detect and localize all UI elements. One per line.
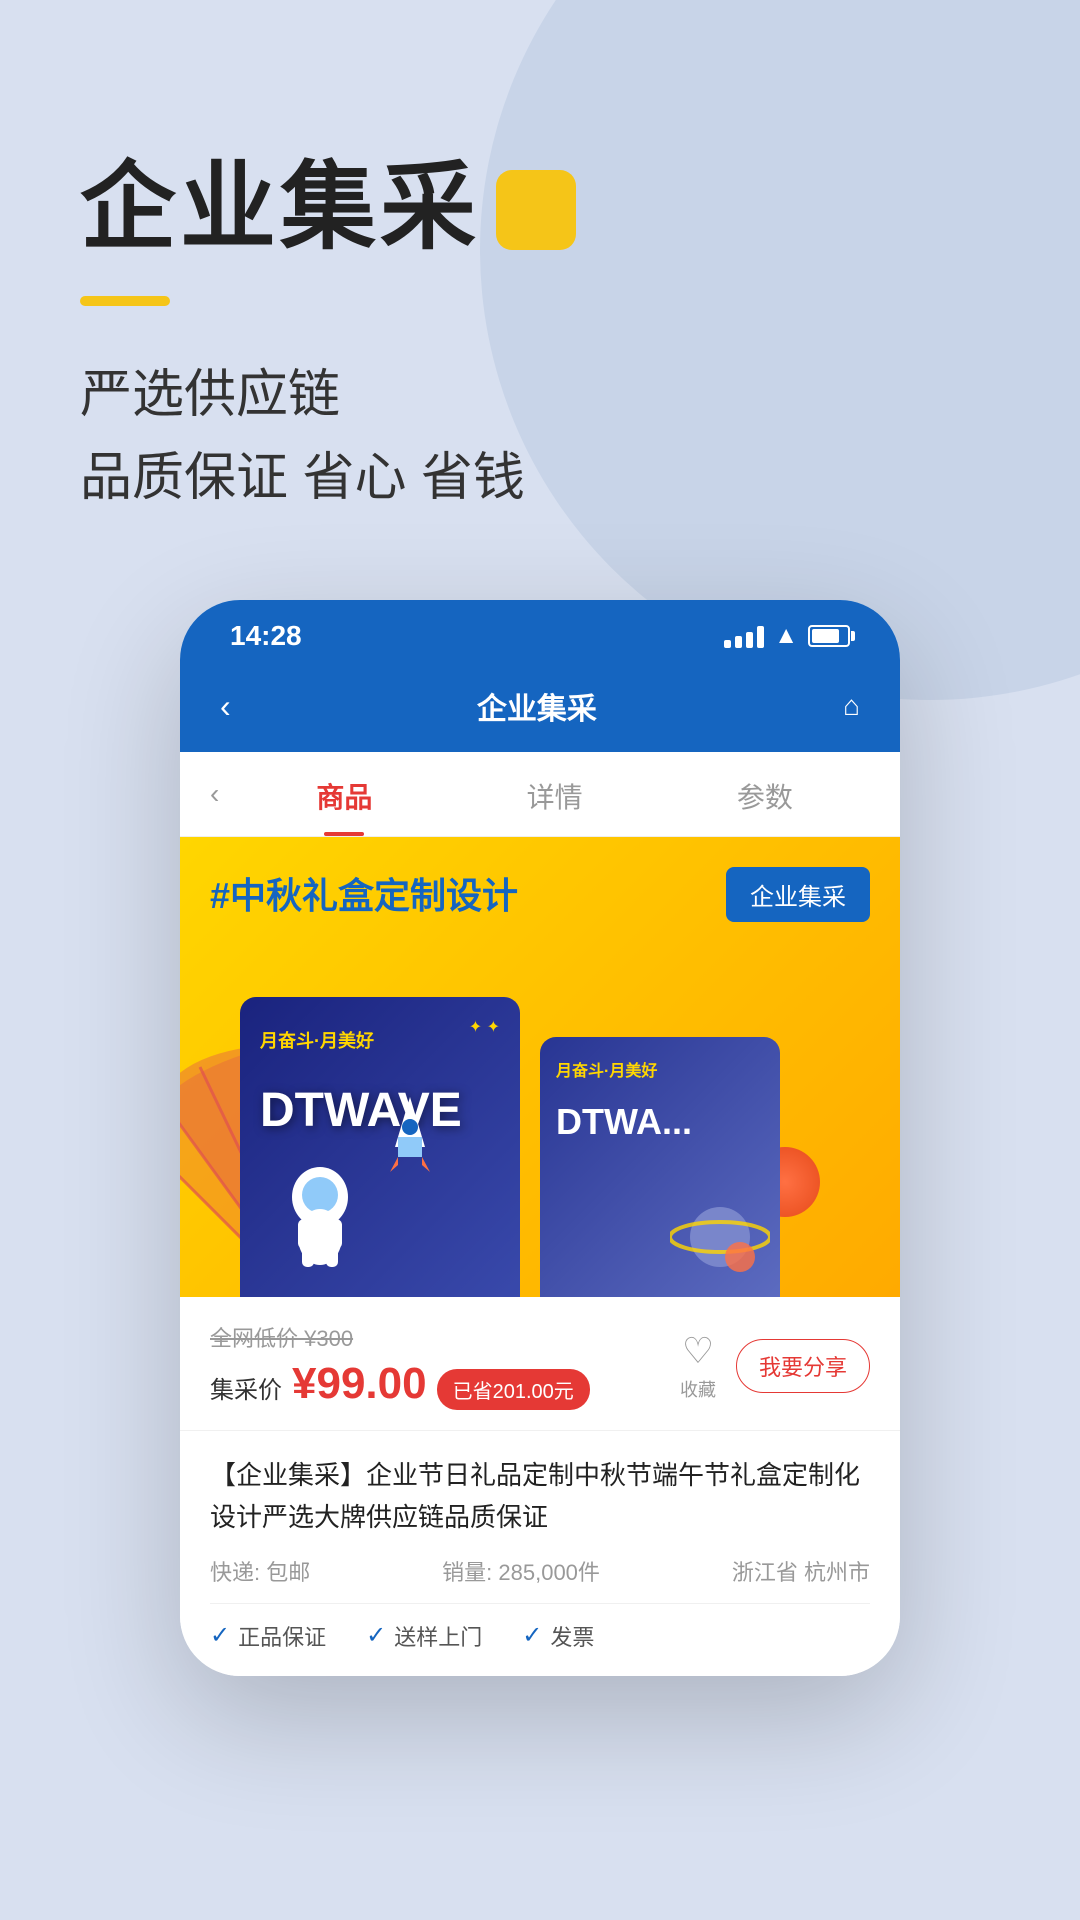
tab-product[interactable]: 商品 (239, 752, 449, 836)
guarantee-item-invoice: ✓ 发票 (522, 1620, 594, 1652)
product-box-text-right: DTWA... (540, 1101, 780, 1143)
wifi-icon: ▲ (774, 622, 798, 650)
heart-icon: ♡ (682, 1330, 714, 1372)
nav-title: 企业集采 (477, 684, 597, 728)
box-subtitle-right: 月奋斗·月美好 (540, 1037, 780, 1101)
guarantees: ✓ 正品保证 ✓ 送样上门 ✓ 发票 (210, 1603, 870, 1652)
hero-subtitle: 严选供应链 品质保证 省心 省钱 (80, 354, 1000, 520)
enterprise-badge: 企业集采 (726, 867, 870, 922)
status-bar: 14:28 ▲ (180, 600, 900, 668)
box-subtitle-left: 月奋斗·月美好 (240, 997, 520, 1083)
stars-decoration: ✦ ✦ (469, 1017, 500, 1037)
sales-info: 销量: 285,000件 (442, 1555, 600, 1587)
product-description: 【企业集采】企业节日礼品定制中秋节端午节礼盒定制化设计严选大牌供应链品质保证 快… (180, 1431, 900, 1675)
astronaut-icon (270, 1157, 370, 1277)
saved-badge: 已省201.00元 (437, 1369, 590, 1410)
check-icon-1: ✓ (210, 1621, 230, 1650)
share-button[interactable]: 我要分享 (736, 1339, 870, 1393)
product-image-area: 企业集采 #中秋礼盒定制设计 (180, 837, 900, 1297)
rocket-icon (380, 1097, 440, 1177)
nav-back-icon[interactable]: ‹ (220, 688, 231, 725)
yellow-line-decoration (80, 296, 170, 306)
hero-section: 企业集采 严选供应链 品质保证 省心 省钱 (0, 0, 1080, 520)
tab-back-icon[interactable]: ‹ (210, 758, 239, 830)
guarantee-item-sample: ✓ 送样上门 (366, 1620, 482, 1652)
location-info: 浙江省 杭州市 (732, 1555, 870, 1587)
favorite-button[interactable]: ♡ 收藏 (680, 1330, 716, 1402)
product-meta: 快递: 包邮 销量: 285,000件 浙江省 杭州市 (210, 1555, 870, 1587)
nav-home-icon[interactable]: ⌂ (843, 690, 860, 722)
guarantee-label-1: 正品保证 (238, 1620, 326, 1652)
shipping-info: 快递: 包邮 (210, 1555, 310, 1587)
check-icon-2: ✓ (366, 1621, 386, 1650)
group-price: ¥99.00 (292, 1359, 427, 1409)
price-section: 全网低价 ¥300 集采价 ¥99.00 已省201.00元 ♡ 收藏 我要分享 (180, 1297, 900, 1431)
hero-title: 企业集采 (80, 160, 480, 256)
guarantee-item-authentic: ✓ 正品保证 (210, 1620, 326, 1652)
guarantee-label-2: 送样上门 (394, 1620, 482, 1652)
status-time: 14:28 (230, 620, 302, 652)
product-name: 【企业集采】企业节日礼品定制中秋节端午节礼盒定制化设计严选大牌供应链品质保证 (210, 1455, 870, 1538)
phone-section: 14:28 ▲ ‹ 企业集采 ⌂ ‹ (0, 600, 1080, 1735)
signal-icon (724, 624, 764, 648)
subtitle-line1: 严选供应链 (80, 354, 1000, 437)
guarantee-label-3: 发票 (550, 1620, 594, 1652)
tab-params[interactable]: 参数 (660, 752, 870, 836)
group-price-label: 集采价 (210, 1370, 282, 1405)
original-price: 全网低价 ¥300 (210, 1321, 590, 1353)
product-title-tag: #中秋礼盒定制设计 (210, 867, 518, 919)
hero-title-row: 企业集采 (80, 160, 1000, 256)
status-icons: ▲ (724, 622, 850, 650)
nav-bar: ‹ 企业集采 ⌂ (180, 668, 900, 752)
planet-ring-icon (670, 1187, 770, 1287)
tab-details[interactable]: 详情 (450, 752, 660, 836)
yellow-square-decoration (496, 170, 576, 250)
price-actions: ♡ 收藏 我要分享 (680, 1330, 870, 1402)
check-icon-3: ✓ (522, 1621, 542, 1650)
subtitle-line2: 品质保证 省心 省钱 (80, 437, 1000, 520)
battery-icon (808, 625, 850, 647)
tab-bar: ‹ 商品 详情 参数 (180, 752, 900, 837)
phone-mockup: 14:28 ▲ ‹ 企业集采 ⌂ ‹ (180, 600, 900, 1675)
favorite-label: 收藏 (680, 1376, 716, 1402)
